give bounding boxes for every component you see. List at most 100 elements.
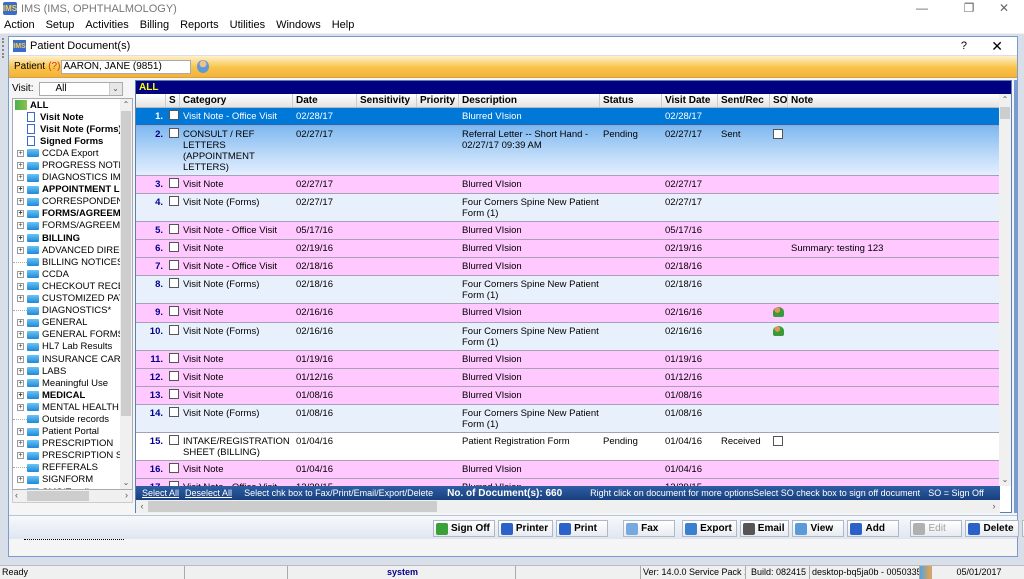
tree-item[interactable]: +FORMS/AGREEMEN xyxy=(13,220,121,232)
tree-item[interactable]: +PRESCRIPTION SAV xyxy=(13,450,121,462)
tree-item[interactable]: DIAGNOSTICS* xyxy=(13,305,121,317)
visit-select[interactable]: All ⌄ xyxy=(39,82,123,96)
expand-icon[interactable]: + xyxy=(17,380,24,387)
expand-icon[interactable]: + xyxy=(17,331,24,338)
table-row[interactable]: 10.Visit Note (Forms)02/16/16Four Corner… xyxy=(136,323,1000,351)
patient-search-icon[interactable] xyxy=(197,60,209,73)
sign-off-button[interactable]: Sign Off xyxy=(433,520,495,537)
menu-reports[interactable]: Reports xyxy=(180,19,219,31)
tree-item[interactable]: +CORRESPONDENCE xyxy=(13,196,121,208)
edit-button[interactable]: Edit xyxy=(910,520,962,537)
column-header-note[interactable]: Note xyxy=(788,94,1000,107)
expand-icon[interactable]: + xyxy=(17,452,24,459)
column-header-date[interactable]: Date xyxy=(293,94,357,107)
table-row[interactable]: 13.Visit Note01/08/16Blurred VIsion01/08… xyxy=(136,387,1000,405)
table-row[interactable]: 16.Visit Note01/04/16Blurred VIsion01/04… xyxy=(136,461,1000,479)
table-row[interactable]: 1.Visit Note - Office Visit02/28/17Blurr… xyxy=(136,108,1000,126)
expand-icon[interactable]: + xyxy=(17,271,24,278)
tree-item[interactable]: +SIGNFORM xyxy=(13,474,121,486)
expand-icon[interactable]: + xyxy=(17,210,24,217)
tree-vertical-scrollbar[interactable]: ⌃ ⌄ xyxy=(120,99,132,489)
scroll-up-icon[interactable]: ⌃ xyxy=(999,94,1011,106)
tree-item[interactable]: +HL7 Lab Results xyxy=(13,341,121,353)
menu-utilities[interactable]: Utilities xyxy=(230,19,265,31)
row-select-checkbox[interactable] xyxy=(169,353,179,363)
column-header-sensitivity[interactable]: Sensitivity xyxy=(357,94,417,107)
patient-help-link[interactable]: (?) xyxy=(48,61,60,72)
grid-scroll-thumb[interactable] xyxy=(1000,107,1010,119)
row-select-checkbox[interactable] xyxy=(169,128,179,138)
menu-help[interactable]: Help xyxy=(332,19,355,31)
expand-icon[interactable]: + xyxy=(17,356,24,363)
table-row[interactable]: 12.Visit Note01/12/16Blurred VIsion01/12… xyxy=(136,369,1000,387)
tree-item[interactable]: +BILLING xyxy=(13,232,121,244)
scroll-up-icon[interactable]: ⌃ xyxy=(120,99,132,111)
fax-button[interactable]: Fax xyxy=(623,520,675,537)
scroll-down-icon[interactable]: ⌄ xyxy=(120,477,132,489)
tree-item[interactable]: +GENERAL xyxy=(13,317,121,329)
row-select-checkbox[interactable] xyxy=(169,325,179,335)
expand-icon[interactable]: + xyxy=(17,222,24,229)
tree-item[interactable]: +INSURANCE CARD xyxy=(13,353,121,365)
table-row[interactable]: 9.Visit Note02/16/16Blurred VIsion02/16/… xyxy=(136,304,1000,323)
column-header-description[interactable]: Description xyxy=(459,94,600,107)
tree-item[interactable]: +CHECKOUT RECEIP xyxy=(13,280,121,292)
tree-item[interactable]: +LABS xyxy=(13,365,121,377)
menu-windows[interactable]: Windows xyxy=(276,19,321,31)
row-select-checkbox[interactable] xyxy=(169,178,179,188)
table-row[interactable]: 15.INTAKE/REGISTRATION SHEET (BILLING)01… xyxy=(136,433,1000,461)
scroll-left-icon[interactable]: ‹ xyxy=(136,500,148,513)
column-header-status[interactable]: Status xyxy=(600,94,662,107)
minimize-button[interactable]: — xyxy=(902,0,942,17)
row-select-checkbox[interactable] xyxy=(169,407,179,417)
expand-icon[interactable]: + xyxy=(17,174,24,181)
tree-item[interactable]: +ADVANCED DIRECT xyxy=(13,244,121,256)
expand-icon[interactable]: + xyxy=(17,476,24,483)
column-header-s[interactable]: S xyxy=(166,94,180,107)
row-select-checkbox[interactable] xyxy=(169,306,179,316)
close-app-button[interactable]: ✕ xyxy=(984,0,1024,17)
row-select-checkbox[interactable] xyxy=(169,242,179,252)
chevron-down-icon[interactable]: ⌄ xyxy=(109,83,122,95)
scroll-right-icon[interactable]: › xyxy=(988,500,1000,513)
tree-item[interactable]: +PRESCRIPTION xyxy=(13,438,121,450)
sign-off-checkbox[interactable] xyxy=(773,436,783,446)
export-button[interactable]: Export xyxy=(682,520,737,537)
tree-item[interactable]: Visit Note (Forms) xyxy=(13,123,121,135)
menu-billing[interactable]: Billing xyxy=(140,19,169,31)
add-button[interactable]: Add xyxy=(847,520,899,537)
column-header-index[interactable] xyxy=(136,94,166,107)
table-row[interactable]: 2.CONSULT / REF LETTERS (APPOINTMENT LET… xyxy=(136,126,1000,176)
scroll-right-icon[interactable]: › xyxy=(125,490,128,500)
table-row[interactable]: 14.Visit Note (Forms)01/08/16Four Corner… xyxy=(136,405,1000,433)
menu-activities[interactable]: Activities xyxy=(85,19,128,31)
delete-button[interactable]: Delete xyxy=(965,520,1018,537)
table-row[interactable]: 8.Visit Note (Forms)02/18/16Four Corners… xyxy=(136,276,1000,304)
deselect-all-link[interactable]: Deselect All xyxy=(185,488,232,498)
tree-item[interactable]: Visit Note xyxy=(13,111,121,123)
expand-icon[interactable]: + xyxy=(17,319,24,326)
column-header-visitdate[interactable]: Visit Date xyxy=(662,94,718,107)
table-row[interactable]: 7.Visit Note - Office Visit02/18/16Blurr… xyxy=(136,258,1000,276)
expand-icon[interactable]: + xyxy=(17,368,24,375)
grid-vertical-scrollbar[interactable]: ⌃ ⌄ xyxy=(999,94,1011,486)
expand-icon[interactable]: + xyxy=(17,392,24,399)
expand-icon[interactable]: + xyxy=(17,162,24,169)
expand-icon[interactable]: + xyxy=(17,295,24,302)
row-select-checkbox[interactable] xyxy=(169,463,179,473)
sign-off-checkbox[interactable] xyxy=(773,129,783,139)
table-row[interactable]: 11.Visit Note01/19/16Blurred VIsion01/19… xyxy=(136,351,1000,369)
expand-icon[interactable]: + xyxy=(17,440,24,447)
tree-item[interactable]: BILLING NOTICES xyxy=(13,256,121,268)
tree-horizontal-scrollbar[interactable]: ‹ › xyxy=(12,490,133,503)
scroll-left-icon[interactable]: ‹ xyxy=(15,490,18,500)
patient-input[interactable]: AARON, JANE (9851) xyxy=(61,60,191,74)
email-button[interactable]: Email xyxy=(740,520,790,537)
close-window-button[interactable]: ✕ xyxy=(991,38,1003,55)
tree-item[interactable]: +MENTAL HEALTH xyxy=(13,401,121,413)
row-select-checkbox[interactable] xyxy=(169,224,179,234)
row-select-checkbox[interactable] xyxy=(169,389,179,399)
table-row[interactable]: 6.Visit Note02/19/16Blurred VIsion02/19/… xyxy=(136,240,1000,258)
tree-item[interactable]: +APPOINTMENT LI xyxy=(13,184,121,196)
select-all-link[interactable]: Select All xyxy=(142,488,179,498)
